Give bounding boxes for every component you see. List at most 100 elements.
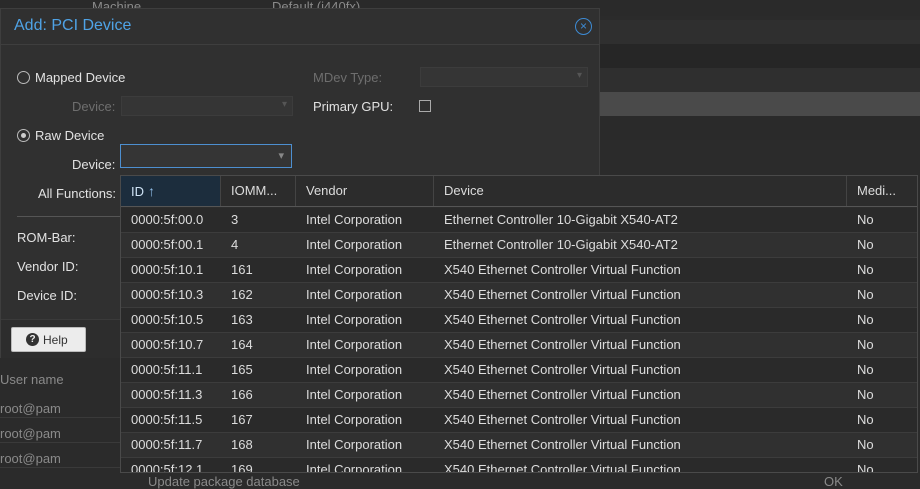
cell-iommu: 169 <box>231 462 253 473</box>
table-row[interactable]: 0000:5f:10.1 161 Intel Corporation X540 … <box>121 258 917 283</box>
cell-mediated: No <box>857 262 874 277</box>
bg-user-row: root@pam <box>0 426 61 441</box>
cell-device: X540 Ethernet Controller Virtual Functio… <box>444 312 681 327</box>
mdev-type-combo: ▾ <box>420 67 588 87</box>
bg-user-name-header: User name <box>0 372 64 387</box>
cell-mediated: No <box>857 312 874 327</box>
bg-user-row: root@pam <box>0 451 61 466</box>
cell-mediated: No <box>857 412 874 427</box>
table-row[interactable]: 0000:5f:12.1 169 Intel Corporation X540 … <box>121 458 917 473</box>
cell-vendor: Intel Corporation <box>306 237 403 252</box>
bg-task: Update package database <box>148 474 300 489</box>
column-header-label: Vendor <box>306 183 348 198</box>
cell-vendor: Intel Corporation <box>306 337 403 352</box>
cell-iommu: 162 <box>231 287 253 302</box>
close-icon[interactable]: × <box>575 18 592 35</box>
cell-mediated: No <box>857 387 874 402</box>
column-header-device[interactable]: Device <box>434 176 847 206</box>
column-header-id[interactable]: ID ↑ <box>121 176 221 206</box>
cell-id: 0000:5f:12.1 <box>131 462 204 473</box>
cell-iommu: 167 <box>231 412 253 427</box>
cell-mediated: No <box>857 212 874 227</box>
column-header-mediated[interactable]: Medi... <box>847 176 917 206</box>
cell-vendor: Intel Corporation <box>306 262 403 277</box>
cell-id: 0000:5f:10.1 <box>131 262 204 277</box>
chevron-down-icon: ▾ <box>281 99 287 110</box>
table-row[interactable]: 0000:5f:10.3 162 Intel Corporation X540 … <box>121 283 917 308</box>
cell-device: X540 Ethernet Controller Virtual Functio… <box>444 462 681 473</box>
cell-id: 0000:5f:11.5 <box>131 412 203 427</box>
column-header-label: Device <box>444 183 484 198</box>
cell-vendor: Intel Corporation <box>306 312 403 327</box>
column-header-label: IOMM... <box>231 183 278 198</box>
table-row[interactable]: 0000:5f:11.5 167 Intel Corporation X540 … <box>121 408 917 433</box>
bg-task-status: OK <box>824 474 843 489</box>
cell-id: 0000:5f:11.7 <box>131 437 203 452</box>
primary-gpu-checkbox[interactable] <box>419 100 431 112</box>
cell-iommu: 161 <box>231 262 253 277</box>
table-row[interactable]: 0000:5f:11.1 165 Intel Corporation X540 … <box>121 358 917 383</box>
cell-device: X540 Ethernet Controller Virtual Functio… <box>444 362 681 377</box>
cell-device: Ethernet Controller 10-Gigabit X540-AT2 <box>444 212 678 227</box>
cell-id: 0000:5f:11.3 <box>131 387 203 402</box>
cell-mediated: No <box>857 287 874 302</box>
device-combo[interactable]: ▾ <box>120 144 292 168</box>
cell-iommu: 165 <box>231 362 253 377</box>
cell-iommu: 4 <box>231 237 239 252</box>
column-header-vendor[interactable]: Vendor <box>296 176 434 206</box>
cell-iommu: 163 <box>231 312 253 327</box>
mapped-device-field-label: Device: <box>72 99 116 114</box>
cell-mediated: No <box>857 237 874 252</box>
column-header-iommu[interactable]: IOMM... <box>221 176 296 206</box>
chevron-down-icon[interactable]: ▾ <box>278 149 284 162</box>
cell-vendor: Intel Corporation <box>306 287 403 302</box>
cell-vendor: Intel Corporation <box>306 437 403 452</box>
raw-device-radio[interactable] <box>17 129 30 142</box>
table-row[interactable]: 0000:5f:11.3 166 Intel Corporation X540 … <box>121 383 917 408</box>
cell-vendor: Intel Corporation <box>306 462 403 473</box>
rom-bar-label: ROM-Bar: <box>17 230 76 245</box>
help-button[interactable]: ? Help <box>11 327 86 352</box>
dialog-title: Add: PCI Device <box>14 17 132 34</box>
cell-vendor: Intel Corporation <box>306 387 403 402</box>
cell-device: X540 Ethernet Controller Virtual Functio… <box>444 337 681 352</box>
cell-id: 0000:5f:11.1 <box>131 362 203 377</box>
cell-iommu: 3 <box>231 212 239 227</box>
cell-vendor: Intel Corporation <box>306 212 403 227</box>
vendor-id-label: Vendor ID: <box>17 259 79 274</box>
primary-gpu-label: Primary GPU: <box>313 99 394 114</box>
all-functions-label: All Functions: <box>38 186 117 201</box>
sort-ascending-icon: ↑ <box>148 183 155 199</box>
cell-mediated: No <box>857 462 874 473</box>
cell-id: 0000:5f:10.3 <box>131 287 204 302</box>
table-row[interactable]: 0000:5f:00.1 4 Intel Corporation Etherne… <box>121 233 917 258</box>
cell-mediated: No <box>857 362 874 377</box>
cell-mediated: No <box>857 437 874 452</box>
raw-device-label[interactable]: Raw Device <box>35 128 104 143</box>
grid-header: ID ↑ IOMM... Vendor Device Medi... <box>121 176 917 207</box>
chevron-down-icon: ▾ <box>576 70 582 81</box>
cell-iommu: 166 <box>231 387 253 402</box>
mapped-device-radio[interactable] <box>17 71 30 84</box>
mapped-device-label[interactable]: Mapped Device <box>35 70 125 85</box>
cell-device: X540 Ethernet Controller Virtual Functio… <box>444 287 681 302</box>
cell-iommu: 164 <box>231 337 253 352</box>
cell-vendor: Intel Corporation <box>306 412 403 427</box>
cell-id: 0000:5f:00.1 <box>131 237 204 252</box>
device-label: Device: <box>72 157 116 172</box>
cell-device: X540 Ethernet Controller Virtual Functio… <box>444 262 681 277</box>
cell-device: X540 Ethernet Controller Virtual Functio… <box>444 387 681 402</box>
table-row[interactable]: 0000:5f:10.7 164 Intel Corporation X540 … <box>121 333 917 358</box>
table-row[interactable]: 0000:5f:00.0 3 Intel Corporation Etherne… <box>121 208 917 233</box>
table-row[interactable]: 0000:5f:11.7 168 Intel Corporation X540 … <box>121 433 917 458</box>
dialog-titlebar: Add: PCI Device × <box>1 9 599 45</box>
cell-iommu: 168 <box>231 437 253 452</box>
cell-device: X540 Ethernet Controller Virtual Functio… <box>444 437 681 452</box>
bg-user-row: root@pam <box>0 401 61 416</box>
mdev-type-label: MDev Type: <box>313 70 383 85</box>
cell-id: 0000:5f:10.7 <box>131 337 204 352</box>
table-row[interactable]: 0000:5f:10.5 163 Intel Corporation X540 … <box>121 308 917 333</box>
cell-id: 0000:5f:10.5 <box>131 312 204 327</box>
device-dropdown-grid: ID ↑ IOMM... Vendor Device Medi... 0000:5… <box>120 175 918 473</box>
cell-mediated: No <box>857 337 874 352</box>
